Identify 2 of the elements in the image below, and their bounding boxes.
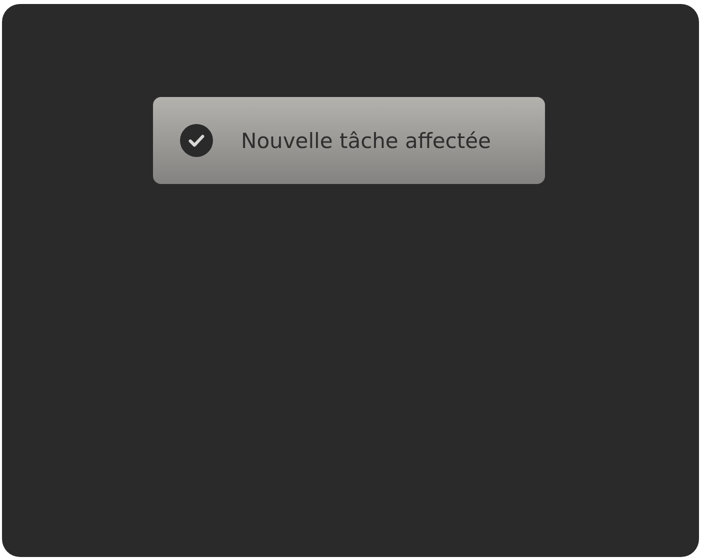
check-circle-icon — [180, 124, 213, 157]
notification-message: Nouvelle tâche affectée — [241, 128, 491, 152]
